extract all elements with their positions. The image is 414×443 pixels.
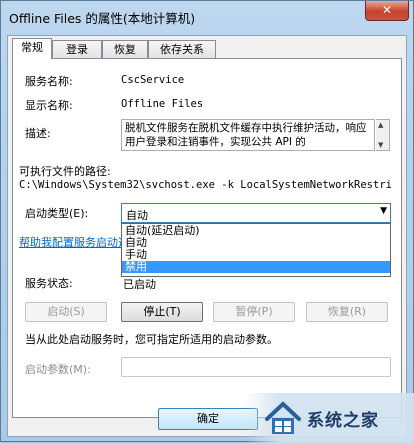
tab-general[interactable]: 常规 — [12, 38, 52, 59]
description-label: 描述: — [25, 127, 51, 140]
general-tab-panel: 服务名称: CscService 显示名称: Offline Files 描述:… — [12, 58, 402, 418]
stop-button[interactable]: 停止(T) — [121, 302, 203, 322]
exe-path-value: C:\Windows\System32\svchost.exe -k Local… — [19, 179, 391, 191]
startup-type-select[interactable]: 自动 ▼ — [121, 203, 391, 223]
tab-logon[interactable]: 登录 — [52, 40, 102, 58]
watermark-text: 系统之家 — [307, 411, 379, 431]
chevron-down-icon[interactable]: ▼ — [380, 206, 387, 216]
watermark: 系统之家 — [245, 393, 414, 443]
start-button[interactable]: 启动(S) — [25, 302, 107, 322]
resume-button[interactable]: 恢复(R) — [306, 302, 388, 322]
properties-window: Offline Files 的属性(本地计算机) ✕ 常规 登录 恢复 依存关系… — [0, 0, 414, 443]
house-logo-icon — [265, 401, 301, 434]
service-name-value: CscService — [121, 74, 185, 86]
startup-option-manual[interactable]: 手动 — [122, 249, 390, 261]
startup-type-value: 自动 — [126, 209, 148, 222]
startup-option-auto-delayed[interactable]: 自动(延迟启动) — [122, 225, 390, 237]
tab-recovery[interactable]: 恢复 — [102, 40, 148, 58]
scroll-up-arrow-icon[interactable]: ▲ — [378, 121, 383, 129]
startup-type-label: 启动类型(E): — [25, 207, 89, 220]
title-bar[interactable]: Offline Files 的属性(本地计算机) ✕ — [1, 1, 413, 31]
service-status-value: 已启动 — [123, 278, 156, 291]
display-name-label: 显示名称: — [25, 99, 73, 112]
startup-type-dropdown: 自动(延迟启动) 自动 手动 禁用 — [121, 223, 391, 277]
startup-option-auto[interactable]: 自动 — [122, 237, 390, 249]
start-params-note: 当从此处启动服务时，您可指定所适用的启动参数。 — [25, 333, 278, 346]
startup-option-disabled[interactable]: 禁用 — [122, 261, 390, 273]
description-text[interactable]: 脱机文件服务在脱机文件缓存中执行维护活动，响应用户登录和注销事件，实现公共 AP… — [121, 119, 375, 151]
service-name-label: 服务名称: — [25, 75, 73, 88]
close-button[interactable]: ✕ — [365, 1, 409, 21]
ok-button[interactable]: 确定 — [158, 408, 258, 430]
description-scrollbar[interactable]: ▲ ▼ — [376, 119, 390, 151]
pause-button[interactable]: 暂停(P) — [213, 302, 295, 322]
display-name-value: Offline Files — [121, 98, 204, 110]
dialog-body: 常规 登录 恢复 依存关系 服务名称: CscService 显示名称: Off… — [7, 35, 407, 437]
start-params-label: 启动参数(M): — [25, 363, 91, 376]
exe-path-label: 可执行文件的路径: — [19, 165, 111, 178]
service-status-label: 服务状态: — [25, 277, 73, 290]
start-params-input[interactable] — [121, 357, 391, 377]
scroll-down-arrow-icon[interactable]: ▼ — [378, 141, 383, 149]
window-title: Offline Files 的属性(本地计算机) — [9, 11, 196, 26]
tab-dependencies[interactable]: 依存关系 — [148, 40, 216, 58]
